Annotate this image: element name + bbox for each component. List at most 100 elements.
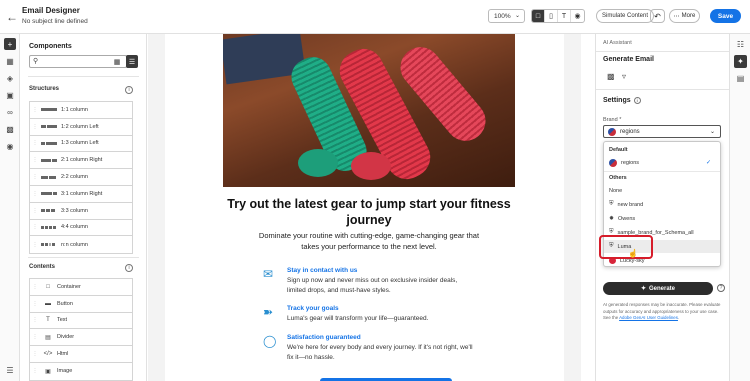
hero-image[interactable] bbox=[223, 34, 515, 187]
layout-option-icon[interactable]: ▩ bbox=[607, 72, 615, 81]
zoom-select[interactable]: 100% ⌄ bbox=[488, 9, 525, 23]
drag-handle-icon[interactable]: ⋮ bbox=[31, 242, 39, 248]
generate-email-title: Generate Email bbox=[603, 56, 654, 63]
undo-icon[interactable]: ↶ bbox=[650, 9, 665, 23]
checklist-icon[interactable]: ▤ bbox=[734, 72, 747, 85]
personalize-icon[interactable]: ◉ bbox=[4, 140, 16, 152]
generate-button[interactable]: ✦ Generate bbox=[603, 282, 713, 295]
drag-handle-icon[interactable]: ⋮ bbox=[31, 191, 39, 197]
default-section-label: Default bbox=[609, 147, 628, 153]
structure-label: 1:3 column Left bbox=[61, 140, 99, 147]
add-icon[interactable]: + bbox=[4, 38, 16, 50]
content-item[interactable]: ⋮ ▣ Image bbox=[30, 363, 132, 380]
drag-handle-icon[interactable]: ⋮ bbox=[31, 301, 39, 307]
drag-handle-icon[interactable]: ⋮ bbox=[31, 174, 39, 180]
grid-icon[interactable]: ▩ bbox=[4, 123, 16, 135]
more-button[interactable]: ⋯ More bbox=[669, 9, 700, 23]
content-label: Divider bbox=[57, 334, 75, 341]
text-view-icon[interactable]: T bbox=[558, 10, 571, 22]
brand-option-none[interactable]: None bbox=[604, 184, 720, 197]
drag-handle-icon[interactable]: ⋮ bbox=[31, 157, 39, 163]
structure-item[interactable]: ⋮ 1:1 column bbox=[30, 102, 132, 119]
drag-handle-icon[interactable]: ⋮ bbox=[31, 351, 39, 357]
mail-icon: ✉ bbox=[263, 267, 274, 281]
brand-option-regions[interactable]: regions ✓ bbox=[604, 156, 720, 169]
layout-icon bbox=[41, 243, 57, 247]
divider-icon: ▤ bbox=[45, 334, 51, 341]
preview-eye-icon[interactable]: ◉ bbox=[571, 10, 584, 22]
chevron-down-icon: ⌄ bbox=[514, 13, 520, 19]
structure-label: 3:3 column bbox=[61, 207, 88, 214]
grid-view-icon[interactable]: ▦ bbox=[111, 55, 123, 68]
brand-label: Brand * bbox=[603, 117, 622, 123]
structure-item[interactable]: ⋮ 4:4 column bbox=[30, 220, 132, 237]
layout-icon bbox=[41, 225, 57, 229]
running-icon: ➽ bbox=[263, 305, 274, 319]
guidelines-link[interactable]: Adobe GenAI User Guidelines bbox=[619, 315, 678, 320]
feature-title: Satisfaction guaranteed bbox=[287, 334, 361, 341]
flask-icon[interactable]: ▿ bbox=[622, 72, 626, 81]
layout-icon bbox=[41, 192, 57, 196]
components-panel: Components ⚲ ▦ ☰ Structures i ⋮ 1:1 colum… bbox=[20, 34, 165, 381]
structure-item[interactable]: ⋮ 1:3 column Left bbox=[30, 136, 132, 153]
disclaimer-end: . bbox=[677, 315, 680, 320]
simulate-content-button[interactable]: Simulate Content bbox=[596, 9, 655, 23]
properties-icon[interactable]: ☷ bbox=[734, 38, 747, 51]
structure-label: 4:4 column bbox=[61, 224, 88, 231]
layers-icon[interactable]: ◈ bbox=[4, 72, 16, 84]
email-headline[interactable]: Try out the latest gear to jump start yo… bbox=[223, 196, 515, 228]
structure-item[interactable]: ⋮ 1:2 column Left bbox=[30, 119, 132, 136]
help-icon[interactable]: ? bbox=[717, 284, 725, 292]
button-icon: ▬ bbox=[45, 300, 51, 307]
desktop-icon[interactable]: □ bbox=[532, 10, 545, 22]
fragments-icon[interactable]: ▦ bbox=[4, 55, 16, 67]
drag-handle-icon[interactable]: ⋮ bbox=[31, 107, 39, 113]
content-item[interactable]: ⋮ T Text bbox=[30, 313, 132, 330]
content-item[interactable]: ⋮ ▤ Divider bbox=[30, 329, 132, 347]
info-icon[interactable]: i bbox=[125, 264, 133, 272]
layout-icon bbox=[41, 209, 57, 213]
structure-item[interactable]: ⋮ n:n column bbox=[30, 236, 132, 253]
structure-label: 1:1 column bbox=[61, 106, 88, 113]
drag-handle-icon[interactable]: ⋮ bbox=[31, 368, 39, 374]
drag-handle-icon[interactable]: ⋮ bbox=[31, 124, 39, 130]
code-icon: </> bbox=[43, 351, 53, 358]
mobile-icon[interactable]: ▯ bbox=[545, 10, 558, 22]
drag-handle-icon[interactable]: ⋮ bbox=[31, 317, 39, 323]
layout-icon bbox=[41, 141, 57, 145]
content-label: Container bbox=[57, 283, 81, 290]
info-icon[interactable]: i bbox=[125, 86, 133, 94]
structure-item[interactable]: ⋮ 2:2 column bbox=[30, 169, 132, 186]
email-lead[interactable]: Dominate your routine with cutting-edge,… bbox=[253, 230, 485, 252]
feature-desc: Luma's gear will transform your life—gua… bbox=[287, 315, 429, 322]
drag-handle-icon[interactable]: ⋮ bbox=[31, 224, 39, 230]
list-view-icon[interactable]: ☰ bbox=[126, 55, 138, 68]
drag-handle-icon[interactable]: ⋮ bbox=[31, 208, 39, 214]
content-item[interactable]: ⋮ □ Container bbox=[30, 279, 132, 296]
content-item[interactable]: ⋮ </> Html bbox=[30, 346, 132, 363]
structure-item[interactable]: ⋮ 3:3 column bbox=[30, 203, 132, 220]
drag-handle-icon[interactable]: ⋮ bbox=[31, 334, 39, 340]
drag-handle-icon[interactable]: ⋮ bbox=[31, 140, 39, 146]
drag-handle-icon[interactable]: ⋮ bbox=[31, 284, 39, 290]
email-body[interactable]: Try out the latest gear to jump start yo… bbox=[165, 34, 564, 381]
roll-end-shape bbox=[298, 149, 338, 177]
brand-option-new-brand[interactable]: ⛨ new brand bbox=[604, 198, 720, 211]
structure-item[interactable]: ⋮ 2:1 column Right bbox=[30, 152, 132, 170]
assets-icon[interactable]: ▣ bbox=[4, 89, 16, 101]
brand-select[interactable]: regions ⌄ bbox=[603, 125, 721, 138]
brand-option-owens[interactable]: ✸ Owens bbox=[604, 212, 720, 225]
ai-assistant-icon[interactable]: ✦ bbox=[734, 55, 747, 68]
content-item[interactable]: ⋮ ▬ Button bbox=[30, 296, 132, 313]
arrow-left-icon[interactable]: ← bbox=[6, 11, 18, 23]
settings-label: Settings bbox=[603, 97, 631, 104]
structure-label: 2:1 column Right bbox=[61, 157, 103, 164]
structure-item[interactable]: ⋮ 3:1 column Right bbox=[30, 186, 132, 203]
save-button[interactable]: Save bbox=[710, 9, 741, 23]
structures-label: Structures bbox=[29, 86, 60, 92]
info-icon[interactable]: i bbox=[633, 97, 641, 104]
image-icon: ▣ bbox=[45, 368, 51, 375]
shield-icon: ⛨ bbox=[609, 201, 614, 207]
link-icon[interactable]: ∞ bbox=[4, 106, 16, 118]
settings-panel-icon[interactable]: ☰ bbox=[4, 364, 16, 376]
